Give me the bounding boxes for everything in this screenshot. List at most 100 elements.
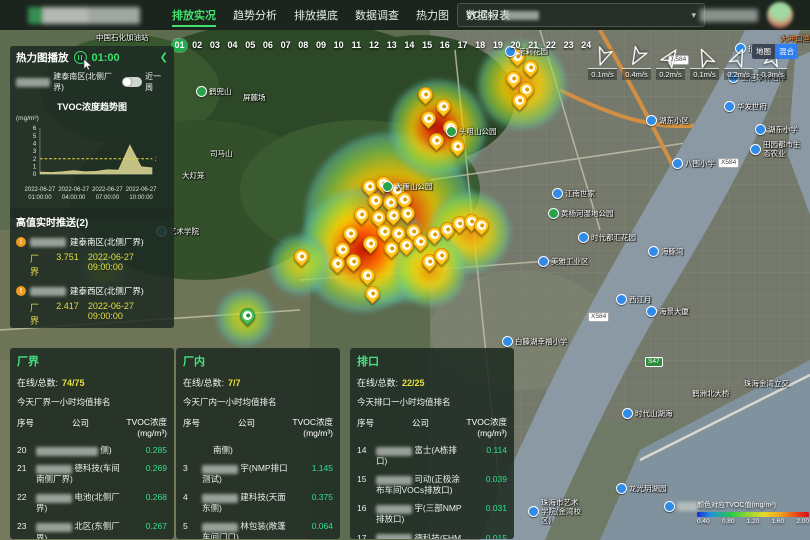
station-toggle[interactable] [122,77,142,87]
col-header-company: 公司 [36,417,125,429]
row-value: 1.145 [291,463,333,474]
nav-live[interactable]: 排放实况 [172,0,216,30]
hour-14[interactable]: 14 [402,39,417,52]
svg-text:2: 2 [155,156,156,163]
hour-23[interactable]: 23 [561,39,576,52]
blue-poi-icon [622,408,633,419]
table-row[interactable]: 5 林包装(敞蓬车间门口)0.064 [183,521,333,539]
hour-13[interactable]: 13 [384,39,399,52]
row-value: 0.375 [291,492,333,503]
pause-button[interactable] [74,51,87,64]
alert-time: 2022-06-27 09:00:00 [88,301,168,327]
hour-11[interactable]: 11 [349,39,364,52]
vocs-selector[interactable]: VOCs / ▾ [457,3,705,27]
trend-chart-x-labels: 2022-06-2701:00:002022-06-2704:00:002022… [16,187,168,203]
tvoc-color-legend: 颜色对应TVOC值(mg/m³) 0.400.801.201.602.00 [697,500,809,525]
online-label: 在线/总数: [357,378,398,388]
station-name-redacted [16,78,50,87]
hour-02[interactable]: 02 [190,39,205,52]
nav-trend[interactable]: 趋势分析 [233,0,277,30]
map-type-map-button[interactable]: 地图 [752,44,775,59]
table-row[interactable]: 22 电池(北侧厂界)0.268 [17,492,167,514]
hour-21[interactable]: 21 [526,39,541,52]
map-label: 白藤湖幸福小学 [502,336,568,347]
table-row[interactable]: 17 德科技(FHMP1007)0.015 [357,533,507,539]
map-canvas[interactable]: 中国石化加油站大冲口渔村鹤兜山屏麓场司马山大灯笼艺术学院大雁山公园头咀山公园茉莉… [0,30,810,540]
push-alert-item[interactable]: !建泰南区(北侧厂界)厂界3.7512022-06-27 09:00:00 [16,236,168,278]
hour-18[interactable]: 18 [473,39,488,52]
map-label-text: 西江月 [629,294,652,305]
nav-survey[interactable]: 数据调查 [355,0,399,30]
svg-text:4: 4 [33,142,37,148]
col-header-value-name: TVOC浓度 [291,417,333,428]
table-row[interactable]: 14 富士(A栋排口)0.114 [357,445,507,467]
hour-19[interactable]: 19 [490,39,505,52]
vocs-selector-label: VOCs / [466,10,498,21]
hour-07[interactable]: 07 [278,39,293,52]
table-row[interactable]: 23 北区(东侧厂界)0.267 [17,521,167,539]
table-row[interactable]: 21 德科技(车间南侧厂界)0.269 [17,463,167,485]
map-label-text: 大灯笼 [182,170,205,181]
table-row[interactable]: 20 侧)0.285 [17,445,167,456]
collapse-panel-icon[interactable]: ❮ [160,52,168,63]
row-rank: 17 [357,533,376,539]
table-row[interactable]: 16 宇(三部NMP排放口)0.031 [357,503,507,525]
map-label-text: 珠海市艺术学院(金湾校区) [541,498,584,525]
hour-15[interactable]: 15 [420,39,435,52]
company-redacted [36,465,72,474]
map-label-text: 江南世家 [565,188,595,199]
hour-22[interactable]: 22 [543,39,558,52]
alert-icon: ! [16,286,26,296]
hour-09[interactable]: 09 [314,39,329,52]
table-row-partial: 南侧) [213,444,333,456]
map-label: 大灯笼 [182,170,205,181]
map-label-text: 中国石化加油站 [96,32,149,43]
hour-20[interactable]: 20 [508,39,523,52]
legend-tick: 1.60 [771,518,784,525]
hour-05[interactable]: 05 [243,39,258,52]
panel-subtitle: 今天厂内一小时均值排名 [183,396,333,408]
x-axis-label: 2022-06-2707:00:00 [92,187,123,203]
map-label: 华发世府 [724,101,767,112]
hour-10[interactable]: 10 [331,39,346,52]
avatar[interactable] [767,2,793,28]
svg-text:1: 1 [33,165,37,171]
wind-direction-icon [656,47,685,67]
map-label-text: 珠海金湾立交 [744,378,789,389]
panel-title: 厂内 [183,353,333,369]
wind-speed-value: 0.2m/s [656,68,685,80]
row-company: 侧) [36,445,125,456]
wind-speed-value: 0.3m/s [758,68,787,80]
heatmap-playback-panel: 热力图播放 01:00 ❮ 建泰南区(北侧厂界) 近一周 TVOC浓度趋势图 (… [10,46,174,218]
wind-indicator-5: 0.2m/s [724,47,753,80]
hour-08[interactable]: 08 [296,39,311,52]
hour-06[interactable]: 06 [260,39,275,52]
push-alert-item[interactable]: !建泰西区(北侧厂界)厂界2.4172022-06-27 09:00:00 [16,285,168,327]
table-row[interactable]: 4 建科技(天面东侧)0.375 [183,492,333,514]
hour-17[interactable]: 17 [455,39,470,52]
table-row[interactable]: 15 司动(正极涂布车间VOCs排放口)0.039 [357,474,507,496]
hour-16[interactable]: 16 [437,39,452,52]
hour-12[interactable]: 12 [367,39,382,52]
map-type-hybrid-button[interactable]: 混合 [775,44,798,59]
hour-01[interactable]: 01 [172,39,187,52]
alert-value: 2.417 [56,301,79,327]
nav-baseline[interactable]: 排放摸底 [294,0,338,30]
wind-direction-icon [622,47,651,67]
table-row[interactable]: 3 宇(NMP排口测试)1.145 [183,463,333,485]
company-redacted [202,465,238,474]
hour-04[interactable]: 04 [225,39,240,52]
legend-tick: 0.80 [722,518,735,525]
map-label-text: 大雁山公园 [395,181,433,192]
row-company: 司动(正极涂布车间VOCs排放口) [376,474,465,496]
range-label[interactable]: 近一周 [145,71,168,93]
map-label: 海景大厦 [646,306,689,317]
legend-title: 颜色对应TVOC值(mg/m³) [697,500,809,510]
map-label: 时代山湖海 [622,408,673,419]
hour-03[interactable]: 03 [207,39,222,52]
svg-text:5: 5 [33,134,37,140]
app-logo [28,7,140,24]
tvoc-trend-chart: 01234562 [16,122,156,182]
company-redacted [376,505,412,514]
nav-heatmap[interactable]: 热力图 [416,0,449,30]
